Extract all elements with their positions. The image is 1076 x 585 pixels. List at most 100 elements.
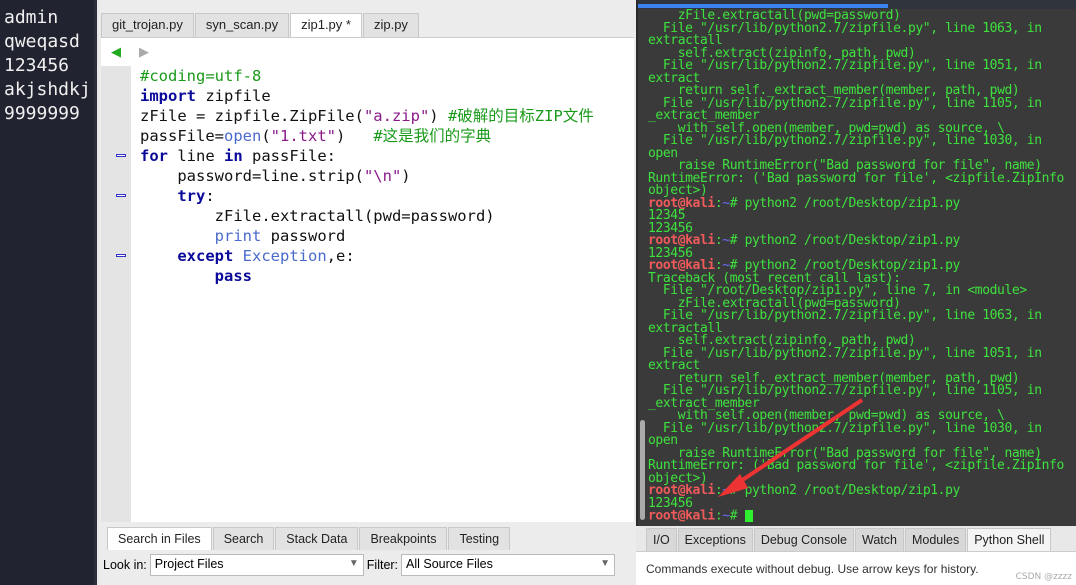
dictionary-line: 123456: [4, 55, 70, 76]
look-in-label: Look in:: [103, 558, 147, 572]
dictionary-line: qweqasd: [4, 31, 80, 52]
code-comment: #coding=utf-8: [140, 67, 262, 85]
prompt-hash: #: [729, 233, 745, 248]
prompt-dir: ~: [722, 483, 730, 498]
code-text: (: [261, 127, 271, 145]
code-text: zFile = zipfile.ZipFile(: [140, 107, 364, 125]
tab-io[interactable]: I/O: [646, 528, 677, 551]
terminal-line: File "/usr/lib/python2.7/zipfile.py", li…: [648, 95, 1050, 123]
dictionary-line: admin: [4, 7, 59, 28]
prompt-hash: #: [729, 483, 745, 498]
tab-debug-console[interactable]: Debug Console: [753, 528, 854, 551]
filter-label: Filter:: [366, 558, 399, 572]
code-comment: #破解的目标ZIP文件: [447, 107, 594, 125]
toolbar: [99, 0, 636, 12]
code-editor[interactable]: ◀ ▶ #coding=utf-8 import zipfile zFile =…: [101, 37, 634, 522]
tab-stack-data[interactable]: Stack Data: [275, 527, 359, 550]
tab-modules[interactable]: Modules: [904, 528, 967, 551]
shell-hint-text: Commands execute without debug. Use arro…: [646, 562, 979, 576]
terminal-command: python2 /root/Desktop/zip1.py: [744, 483, 961, 498]
code-text: :: [205, 187, 215, 205]
prompt-dir: ~: [722, 233, 730, 248]
forward-arrow-icon[interactable]: ▶: [139, 45, 149, 60]
tab-breakpoints[interactable]: Breakpoints: [359, 527, 448, 550]
code-string: "1.txt": [270, 127, 336, 145]
look-in-select[interactable]: Project Files ▼: [149, 554, 364, 576]
code-text: ,e:: [326, 247, 355, 265]
tab-testing[interactable]: Testing: [448, 527, 511, 550]
editor-tabs: git_trojan.py syn_scan.py zip1.py * zip.…: [101, 13, 420, 37]
tab-search[interactable]: Search: [212, 527, 275, 550]
terminal-prompt-line: root@kali:~# python2 /root/Desktop/zip1.…: [648, 195, 1072, 211]
back-arrow-icon[interactable]: ◀: [111, 45, 121, 60]
terminal-line: RuntimeError: ('Bad password for file', …: [648, 458, 1072, 486]
code-text: zipfile: [196, 87, 271, 105]
chevron-down-icon: ▼: [348, 558, 359, 569]
code-keyword: import: [140, 87, 196, 105]
filter-select[interactable]: All Source Files ▼: [401, 554, 616, 576]
code-keyword: pass: [214, 267, 252, 285]
dictionary-line: akjshdkj: [4, 79, 91, 100]
code-keyword: in: [224, 147, 243, 165]
tab-zip[interactable]: zip.py: [362, 13, 419, 37]
terminal-prompt-line: root@kali:~#: [648, 510, 1072, 523]
tab-watch[interactable]: Watch: [855, 528, 904, 551]
source-code: #coding=utf-8 import zipfile zFile = zip…: [140, 66, 594, 286]
code-keyword: for: [140, 147, 168, 165]
code-builtin: print: [214, 227, 262, 245]
ide-window: git_trojan.py syn_scan.py zip1.py * zip.…: [99, 0, 636, 585]
code-comment: #这是我们的字典: [373, 127, 492, 145]
code-text: zFile.extractall(pwd=password): [140, 207, 495, 225]
prompt-hash: #: [729, 195, 745, 211]
terminal-line: 12345: [648, 208, 686, 223]
terminal-line: File "/usr/lib/python2.7/zipfile.py", li…: [648, 345, 1050, 373]
code-text: password=line.strip(: [140, 167, 364, 185]
code-keyword: except: [177, 247, 234, 265]
prompt-dir: ~: [722, 508, 730, 524]
terminal-line: RuntimeError: ('Bad password for file', …: [648, 170, 1072, 198]
terminal-line: File "/usr/lib/python2.7/zipfile.py", li…: [648, 133, 1050, 161]
terminal-line: File "/usr/lib/python2.7/zipfile.py", li…: [648, 308, 1050, 336]
tab-syn-scan[interactable]: syn_scan.py: [194, 13, 290, 37]
terminal-window[interactable]: zFile.extractall(pwd=password) File "/us…: [636, 0, 1076, 526]
terminal-cursor: [744, 510, 753, 522]
fold-icon[interactable]: [116, 194, 126, 197]
code-keyword: try: [177, 187, 206, 205]
code-builtin: Exception: [242, 247, 327, 265]
dictionary-file-panel: admin qweqasd 123456 akjshdkj 9999999: [0, 0, 97, 585]
terminal-line: File "/usr/lib/python2.7/zipfile.py", li…: [648, 58, 1050, 86]
code-string: "a.zip": [363, 107, 430, 125]
fold-icon[interactable]: [116, 154, 126, 157]
terminal-command: python2 /root/Desktop/zip1.py: [744, 195, 961, 211]
tab-exceptions[interactable]: Exceptions: [677, 528, 753, 551]
fold-icon[interactable]: [116, 254, 126, 257]
watermark: CSDN @zzzz: [1015, 572, 1072, 582]
fold-gutter: [101, 66, 131, 522]
code-text: password: [261, 227, 346, 245]
code-text: passFile:: [242, 147, 336, 165]
filter-value: All Source Files: [406, 557, 493, 571]
terminal-scrollbar[interactable]: [640, 420, 645, 520]
code-string: "\n": [363, 167, 402, 185]
terminal-line: File "/usr/lib/python2.7/zipfile.py", li…: [648, 383, 1050, 411]
prompt-hash: #: [729, 508, 745, 524]
prompt-user: root@kali: [648, 508, 715, 524]
tab-zip1[interactable]: zip1.py *: [290, 13, 362, 37]
tab-search-in-files[interactable]: Search in Files: [107, 527, 212, 550]
tab-git-trojan[interactable]: git_trojan.py: [101, 13, 194, 37]
terminal-command: python2 /root/Desktop/zip1.py: [744, 233, 961, 248]
code-text: ): [336, 127, 374, 145]
tab-python-shell[interactable]: Python Shell: [967, 528, 1052, 551]
code-text: passFile=: [140, 127, 224, 145]
prompt-dir: ~: [722, 195, 730, 211]
terminal-output: zFile.extractall(pwd=password) File "/us…: [648, 9, 1072, 523]
terminal-line: File "/usr/lib/python2.7/zipfile.py", li…: [648, 20, 1050, 48]
search-panel-tabs: Search in Files Search Stack Data Breakp…: [107, 527, 511, 550]
code-text: line: [168, 147, 224, 165]
code-builtin: open: [224, 127, 262, 145]
